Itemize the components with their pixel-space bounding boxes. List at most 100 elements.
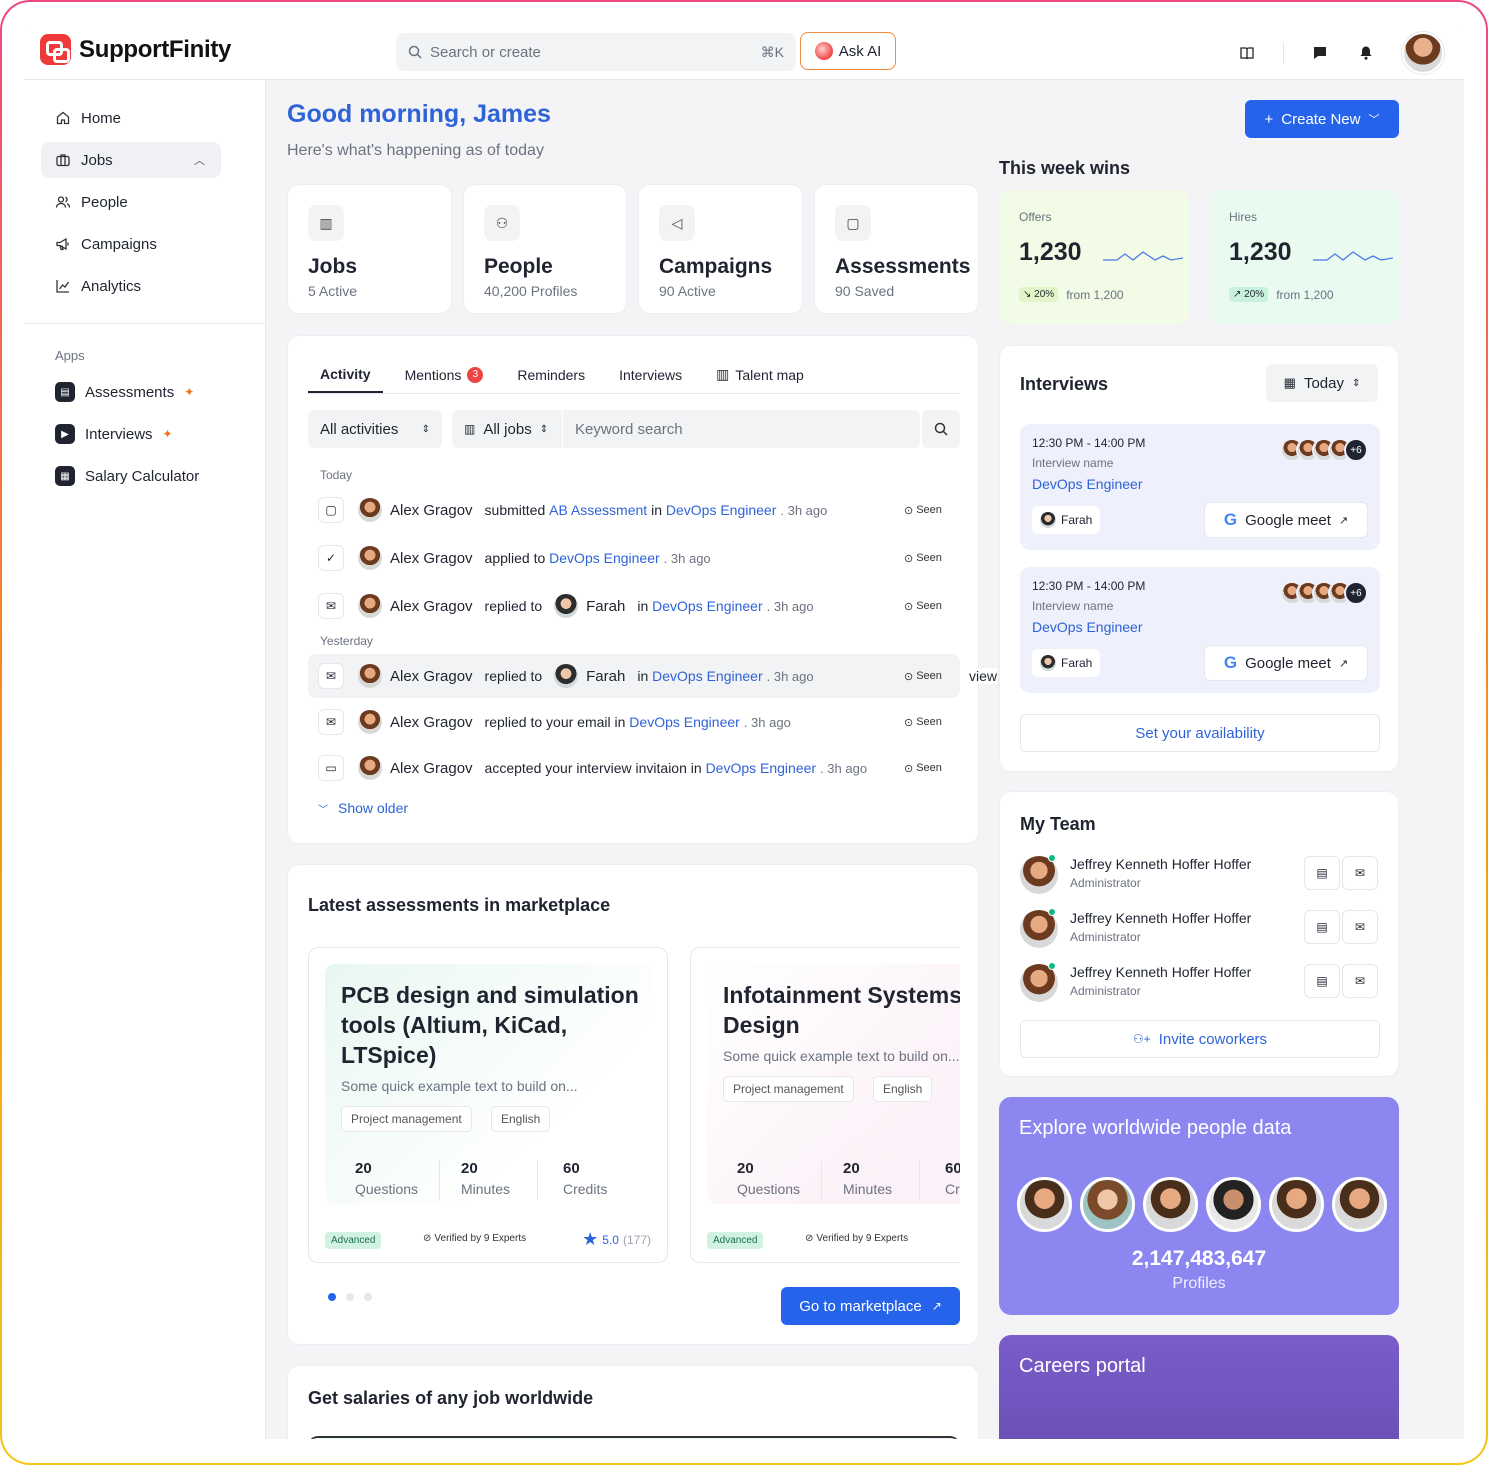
sidebar-item-campaigns[interactable]: Campaigns bbox=[41, 226, 221, 262]
google-meet-button[interactable]: G Google meet ↗ bbox=[1204, 645, 1368, 681]
email-button[interactable]: ✉ bbox=[1342, 910, 1378, 944]
stat-label: Questions bbox=[355, 1181, 419, 1197]
google-meet-button[interactable]: G Google meet ↗ bbox=[1204, 502, 1368, 538]
activity-job-link[interactable]: DevOps Engineer bbox=[652, 668, 763, 684]
keyword-search-button[interactable] bbox=[920, 410, 960, 448]
interview-item[interactable]: 12:30 PM - 14:00 PM Interview name DevOp… bbox=[1020, 424, 1380, 550]
keyword-search-input[interactable]: Keyword search bbox=[562, 410, 920, 448]
activity-row[interactable]: ✉ Alex Gragov replied to Farah in DevOps… bbox=[308, 654, 960, 698]
stat-card-jobs[interactable]: ▥ Jobs 5 Active bbox=[287, 184, 452, 314]
sidebar-item-analytics[interactable]: Analytics bbox=[41, 268, 221, 304]
page-title: Good morning, James bbox=[287, 100, 551, 128]
sidebar-item-jobs[interactable]: Jobs ︿ bbox=[41, 142, 221, 178]
interview-job-link[interactable]: DevOps Engineer bbox=[1032, 619, 1368, 635]
activity-card: Activity Mentions 3 Reminders Interviews … bbox=[287, 335, 979, 844]
sidebar-item-people[interactable]: People bbox=[41, 184, 221, 220]
activity-tabs: Activity Mentions 3 Reminders Interviews … bbox=[308, 356, 960, 394]
activity-row[interactable]: ✉ Alex Gragov replied to your email in D… bbox=[308, 700, 960, 744]
trend-down-icon: ↘ bbox=[1023, 289, 1032, 300]
win-card-hires: Hires 1,230 ↗ 20% from 1,200 bbox=[1209, 190, 1399, 324]
carousel-dot[interactable] bbox=[328, 1293, 336, 1301]
search-input[interactable]: Search or create ⌘K bbox=[396, 33, 796, 71]
stat-card-campaigns[interactable]: ◁ Campaigns 90 Active bbox=[638, 184, 803, 314]
win-footer: ↗ 20% from 1,200 bbox=[1229, 287, 1334, 302]
date-filter-select[interactable]: ▦ Today ⇕ bbox=[1266, 364, 1378, 402]
go-to-marketplace-button[interactable]: Go to marketplace ↗ bbox=[781, 1287, 960, 1325]
seen-status: ⊙ Seen bbox=[904, 552, 942, 565]
tab-label: Activity bbox=[320, 365, 371, 382]
stat-label: Questions bbox=[737, 1181, 801, 1197]
show-older-button[interactable]: ﹀ Show older bbox=[318, 800, 408, 816]
set-availability-button[interactable]: Set your availability bbox=[1020, 714, 1380, 752]
activity-job-link[interactable]: DevOps Engineer bbox=[549, 550, 660, 566]
verified-badge: ⊘ Verified by 9 Experts bbox=[805, 1233, 908, 1244]
team-member[interactable]: Jeffrey Kenneth Hoffer Hoffer Administra… bbox=[1020, 906, 1380, 950]
win-label: Hires bbox=[1229, 210, 1258, 224]
sidebar-item-home[interactable]: Home bbox=[41, 100, 221, 136]
rating: ★ 5.0 (177) bbox=[582, 1229, 651, 1250]
stat-title: Campaigns bbox=[659, 255, 773, 278]
activities-filter-select[interactable]: All activities ⇕ bbox=[308, 410, 442, 448]
email-button[interactable]: ✉ bbox=[1342, 964, 1378, 998]
activity-row[interactable]: ✉ Alex Gragov replied to Farah in DevOps… bbox=[308, 584, 960, 628]
message-button[interactable]: ▤ bbox=[1304, 910, 1340, 944]
tab-reminders[interactable]: Reminders bbox=[505, 356, 597, 393]
activity-job-link[interactable]: DevOps Engineer bbox=[666, 502, 777, 518]
carousel-dot[interactable] bbox=[364, 1293, 372, 1301]
activity-row[interactable]: ▢ Alex Gragov submitted AB Assessment in… bbox=[308, 488, 960, 532]
invite-coworkers-button[interactable]: ⚇+ Invite coworkers bbox=[1020, 1020, 1380, 1058]
search-placeholder: Search or create bbox=[430, 43, 541, 61]
page-subtitle: Here's what's happening as of today bbox=[287, 142, 544, 159]
assessment-card[interactable]: Infotainment Systems Design Some quick e… bbox=[690, 947, 978, 1263]
quick-view-label[interactable]: Quick view bbox=[967, 668, 997, 684]
activity-job-link[interactable]: DevOps Engineer bbox=[706, 760, 817, 776]
book-icon[interactable] bbox=[1237, 43, 1257, 63]
carousel-dot[interactable] bbox=[346, 1293, 354, 1301]
stat-card-people[interactable]: ⚇ People 40,200 Profiles bbox=[463, 184, 627, 314]
message-button[interactable]: ▤ bbox=[1304, 856, 1340, 890]
careers-portal-card[interactable]: Careers portal bbox=[999, 1335, 1399, 1439]
ask-ai-button[interactable]: Ask AI bbox=[800, 32, 896, 70]
avatar bbox=[1206, 1177, 1261, 1232]
bell-icon[interactable] bbox=[1356, 43, 1376, 63]
sidebar-app-assessments[interactable]: ▤ Assessments ✦ bbox=[41, 374, 221, 410]
jobs-filter-select[interactable]: ▥ All jobs ⇕ bbox=[452, 410, 562, 448]
win-pct: 20% bbox=[1244, 289, 1265, 300]
create-new-button[interactable]: + Create New ﹀ bbox=[1245, 100, 1399, 138]
avatar bbox=[1017, 1177, 1072, 1232]
stat-questions: 20 Questions bbox=[355, 1160, 418, 1197]
interview-job-link[interactable]: DevOps Engineer bbox=[1032, 476, 1368, 492]
activity-person: Farah bbox=[586, 667, 626, 685]
activity-job-link[interactable]: DevOps Engineer bbox=[629, 714, 740, 730]
user-avatar[interactable] bbox=[1402, 32, 1444, 74]
card-mask bbox=[960, 865, 978, 1344]
tab-interviews[interactable]: Interviews bbox=[607, 356, 694, 393]
activity-user: Alex Gragov bbox=[390, 549, 473, 567]
app-logo[interactable]: SupportFinity bbox=[40, 34, 231, 65]
activity-text: replied to bbox=[484, 668, 543, 684]
mail-icon: ✉ bbox=[318, 663, 344, 689]
day-label-yesterday: Yesterday bbox=[320, 634, 373, 648]
email-button[interactable]: ✉ bbox=[1342, 856, 1378, 890]
create-new-label: Create New bbox=[1281, 110, 1361, 128]
chat-icon[interactable] bbox=[1310, 43, 1330, 63]
activity-row[interactable]: ▭ Alex Gragov accepted your interview in… bbox=[308, 746, 960, 790]
person-avatar bbox=[1040, 655, 1056, 671]
activity-row[interactable]: ✓ Alex Gragov applied to DevOps Engineer… bbox=[308, 536, 960, 580]
team-member[interactable]: Jeffrey Kenneth Hoffer Hoffer Administra… bbox=[1020, 960, 1380, 1004]
sidebar-app-salary-calculator[interactable]: ▦ Salary Calculator bbox=[41, 458, 221, 494]
explore-people-card[interactable]: Explore worldwide people data 2,147,483,… bbox=[999, 1097, 1399, 1315]
activity-user: Alex Gragov bbox=[390, 597, 473, 615]
activity-job-link[interactable]: DevOps Engineer bbox=[652, 598, 763, 614]
tab-mentions[interactable]: Mentions 3 bbox=[393, 356, 496, 393]
win-from: from 1,200 bbox=[1066, 287, 1124, 302]
sidebar-app-interviews[interactable]: ▶ Interviews ✦ bbox=[41, 416, 221, 452]
assessment-card[interactable]: PCB design and simulation tools (Altium,… bbox=[308, 947, 668, 1263]
stat-card-assessments[interactable]: ▢ Assessments 90 Saved bbox=[814, 184, 979, 314]
team-member[interactable]: Jeffrey Kenneth Hoffer Hoffer Administra… bbox=[1020, 852, 1380, 896]
activity-link[interactable]: AB Assessment bbox=[549, 502, 647, 518]
message-button[interactable]: ▤ bbox=[1304, 964, 1340, 998]
interview-item[interactable]: 12:30 PM - 14:00 PM Interview name DevOp… bbox=[1020, 567, 1380, 693]
tab-activity[interactable]: Activity bbox=[308, 356, 383, 393]
tab-talent-map[interactable]: ▥ Talent map bbox=[704, 356, 816, 393]
